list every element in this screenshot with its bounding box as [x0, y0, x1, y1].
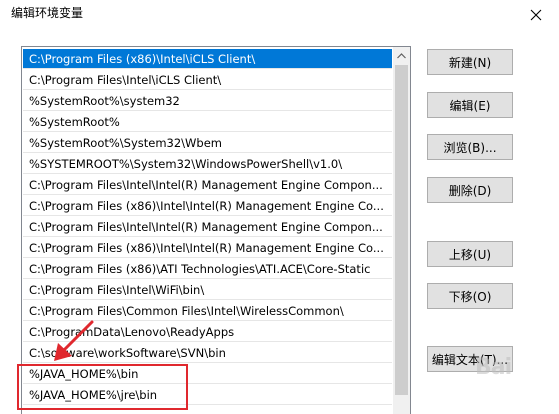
- watermark: Bai: [475, 355, 512, 380]
- annotation-arrow-icon: [54, 320, 94, 361]
- edit-env-variable-dialog: 编辑环境变量 C:\Program Files (x86)\Intel\iCLS…: [0, 0, 559, 414]
